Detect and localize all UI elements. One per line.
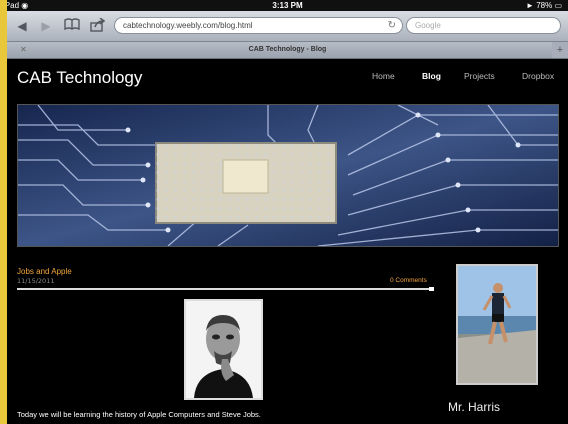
tab-title[interactable]: CAB Technology - Blog <box>7 42 568 58</box>
battery-icon: ▭ <box>554 1 562 10</box>
ipad-screen: iPad ◉ 3:13 PM ► 78% ▭ ◀ ▶ cabtechnology… <box>7 0 568 424</box>
url-text: cabtechnology.weebly.com/blog.html <box>123 21 253 30</box>
forward-arrow-icon[interactable]: ▶ <box>37 18 55 34</box>
reload-icon[interactable]: ↻ <box>388 18 396 33</box>
clock: 3:13 PM <box>272 1 303 10</box>
nav-projects[interactable]: Projects <box>464 71 495 81</box>
new-tab-icon[interactable]: + <box>552 42 568 58</box>
post-body: Today we will be learning the history of… <box>17 410 261 419</box>
author-photo <box>456 264 538 385</box>
bookmarks-icon[interactable] <box>63 18 81 34</box>
nav-blog[interactable]: Blog <box>422 71 441 81</box>
status-bar: iPad ◉ 3:13 PM ► 78% ▭ <box>7 0 568 11</box>
author-name: Mr. Harris <box>448 400 500 414</box>
address-bar[interactable]: cabtechnology.weebly.com/blog.html ↻ <box>114 17 403 34</box>
nav-dropbox[interactable]: Dropbox <box>522 71 554 81</box>
post-divider <box>17 287 434 291</box>
tab-bar: ✕ CAB Technology - Blog + <box>7 42 568 59</box>
circuit-board-banner <box>17 104 559 247</box>
browser-toolbar: ◀ ▶ cabtechnology.weebly.com/blog.html ↻… <box>7 11 568 42</box>
comments-link[interactable]: 0 Comments <box>390 277 427 284</box>
back-arrow-icon[interactable]: ◀ <box>13 18 31 34</box>
nav-home[interactable]: Home <box>372 71 395 81</box>
post-date: 11/15/2011 <box>17 277 55 285</box>
site-title[interactable]: CAB Technology <box>17 68 142 88</box>
post-title[interactable]: Jobs and Apple <box>17 267 72 276</box>
steve-jobs-photo <box>184 299 263 400</box>
search-input[interactable]: Google <box>406 17 561 34</box>
battery-indicator: ► 78% ▭ <box>526 1 562 10</box>
share-icon[interactable] <box>89 17 107 34</box>
